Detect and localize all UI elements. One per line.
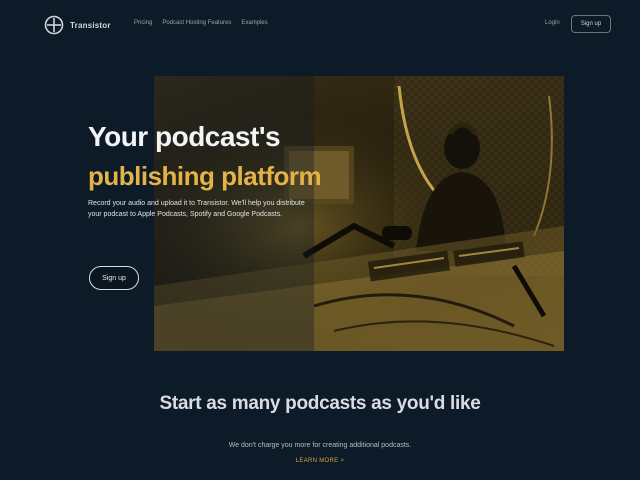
section-description: We don't charge you more for creating ad… <box>228 442 412 449</box>
site-header: Transistor Pricing Podcast Hosting Featu… <box>0 0 640 50</box>
nav-examples[interactable]: Examples <box>241 20 267 26</box>
hero-description: Record your audio and upload it to Trans… <box>88 200 305 218</box>
header-signup-button[interactable]: Sign up <box>571 15 611 33</box>
hero-heading-line2: publishing platform <box>88 161 322 191</box>
section-title: Start as many podcasts as you'd like <box>159 393 481 414</box>
brand-logo[interactable]: Transistor <box>44 15 111 35</box>
hero-signup-button[interactable]: Sign up <box>89 266 139 290</box>
login-link[interactable]: Login <box>545 20 560 26</box>
nav-features[interactable]: Podcast Hosting Features <box>162 20 231 26</box>
brand-name: Transistor <box>70 20 111 30</box>
hero-heading: Your podcast's publishing platform <box>88 120 388 192</box>
nav-pricing[interactable]: Pricing <box>134 20 152 26</box>
learn-more-link[interactable]: LEARN MORE > <box>0 458 640 464</box>
hero-heading-line1: Your podcast's <box>88 121 281 152</box>
main-nav: Pricing Podcast Hosting Features Example… <box>134 20 268 26</box>
transistor-logo-icon <box>44 15 64 35</box>
